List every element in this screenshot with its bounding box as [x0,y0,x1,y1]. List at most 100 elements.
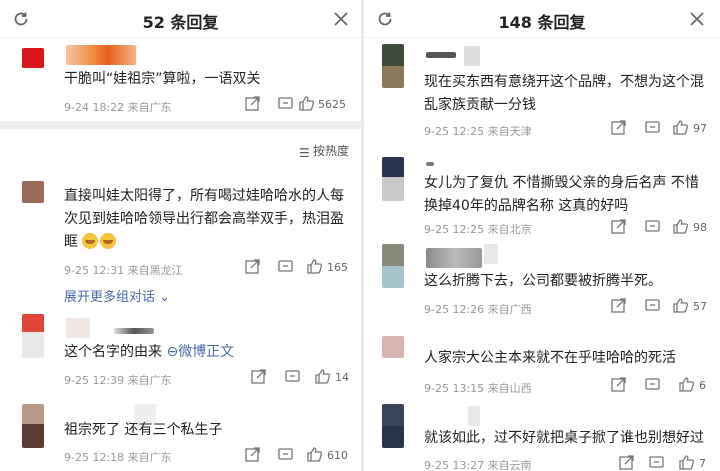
avatar[interactable] [382,244,404,288]
avatar[interactable] [382,404,404,448]
like-count: 6 [699,379,706,392]
comment-text: 祖宗死了 还有三个私生子 [64,422,223,438]
comment-icon[interactable] [277,258,294,275]
like-icon[interactable] [306,258,323,275]
like-count: 97 [693,122,707,135]
comment-location: 来自山西 [487,382,532,395]
share-icon[interactable] [244,258,261,275]
right-reply-panel: 148 条回复 现在买东西有意绕开这个品牌，不想为这个混乱家族贡献一分钱 9-2… [364,0,720,471]
avatar[interactable] [382,157,404,201]
comment-icon[interactable] [644,218,661,235]
username[interactable] [426,52,456,58]
right-title: 148 条回复 [498,13,586,32]
right-header: 148 条回复 [364,0,720,38]
left-reply-panel: 52 条回复 干脆叫“娃祖宗”算啦，一语双关 9-24 18:22 来自广东 5… [0,0,361,471]
like-icon[interactable] [298,95,315,112]
share-icon[interactable] [618,454,635,471]
like-icon[interactable] [314,368,331,385]
comment-meta: 9-25 12:18 来自广东 [64,449,172,465]
comment-meta: 9-24 18:22 来自广东 [64,99,172,115]
share-icon[interactable] [610,119,627,136]
comment-icon[interactable] [284,368,301,385]
avatar[interactable] [382,336,404,358]
chevron-down-icon: ⌄ [159,290,171,305]
comment-text-body: 这个名字的由来 [64,344,162,360]
avatar[interactable] [22,48,44,68]
comment-location: 来自天津 [487,125,532,138]
comment-icon[interactable] [648,454,665,471]
avatar[interactable] [382,44,404,88]
like-count: 7 [699,457,706,470]
close-icon[interactable] [688,10,706,28]
crying-emoji-icon [100,233,117,249]
like-count: 610 [327,449,348,462]
like-count: 57 [693,300,707,313]
like-icon[interactable] [672,297,689,314]
comment-date: 9-25 13:15 [424,382,485,395]
expand-label: 展开更多组对话 [64,290,156,305]
comment-location: 来自广西 [487,303,532,316]
left-title: 52 条回复 [142,13,219,32]
comment-date: 9-25 12:31 [64,264,125,277]
share-icon[interactable] [250,368,267,385]
like-count: 98 [693,221,707,234]
like-count: 5625 [318,98,346,111]
comment-text: 这么折腾下去，公司都要被折腾半死。 [424,273,662,289]
comment-meta: 9-25 13:27 来自云南 [424,457,532,471]
weibo-post-link[interactable]: ⊖微博正文 [166,344,234,360]
share-icon[interactable] [244,446,261,463]
username[interactable] [66,45,136,65]
weibo-link-label: 微博正文 [178,344,235,360]
sort-by-heat-button[interactable]: ☰ 按热度 [299,142,349,160]
crying-emoji-icon [82,233,99,249]
username[interactable] [426,248,482,268]
close-icon[interactable] [332,10,350,28]
expand-more-conversations-link[interactable]: 展开更多组对话 ⌄ [64,286,170,305]
avatar[interactable] [22,404,44,448]
comment-icon[interactable] [277,95,294,112]
share-icon[interactable] [244,95,261,112]
comment-location: 来自云南 [487,459,532,471]
comment-location: 来自广东 [127,374,172,387]
comment-icon[interactable] [277,446,294,463]
username-blur [464,46,480,66]
section-divider [0,121,361,129]
comment-text: 现在买东西有意绕开这个品牌，不想为这个混乱家族贡献一分钱 [424,74,704,113]
comment-meta: 9-25 12:39 来自广东 [64,372,172,388]
comment-location: 来自北京 [487,223,532,236]
comment-text: 人家宗大公主本来就不在乎哇哈哈的死活 [424,350,676,366]
comment-text: 这个名字的由来 ⊖微博正文 [64,341,350,364]
username[interactable] [66,318,90,338]
comment-date: 9-25 12:26 [424,303,485,316]
like-icon[interactable] [678,454,695,471]
share-icon[interactable] [610,297,627,314]
username[interactable] [426,162,434,166]
sort-icon: ☰ [298,146,310,160]
comment-date: 9-25 12:25 [424,125,485,138]
comment-text: 就该如此，过不好就把桌子掀了谁也别想好过 [424,430,704,446]
comment-date: 9-25 12:25 [424,223,485,236]
sort-label: 按热度 [312,144,349,158]
username-blur [484,244,498,264]
like-icon[interactable] [672,119,689,136]
comment-meta: 9-25 12:26 来自广西 [424,301,532,317]
left-header: 52 条回复 [0,0,361,38]
comment-date: 9-25 12:18 [64,451,125,464]
comment-location: 来自广东 [127,451,172,464]
comment-meta: 9-25 12:31 来自黑龙江 [64,262,183,278]
avatar[interactable] [22,314,44,358]
username[interactable] [468,406,480,426]
comment-icon[interactable] [644,297,661,314]
comment-icon[interactable] [644,119,661,136]
like-icon[interactable] [306,446,323,463]
comment-location: 来自黑龙江 [127,264,183,277]
share-icon[interactable] [610,218,627,235]
share-icon[interactable] [610,376,627,393]
username-blur [114,328,154,334]
comment-text: 女儿为了复仇 不惜撕毁父亲的身后名声 不惜换掉40年的品牌名称 这真的好吗 [424,175,699,214]
comment-meta: 9-25 12:25 来自北京 [424,221,532,237]
like-icon[interactable] [678,376,695,393]
comment-icon[interactable] [644,376,661,393]
like-icon[interactable] [672,218,689,235]
avatar[interactable] [22,181,44,203]
